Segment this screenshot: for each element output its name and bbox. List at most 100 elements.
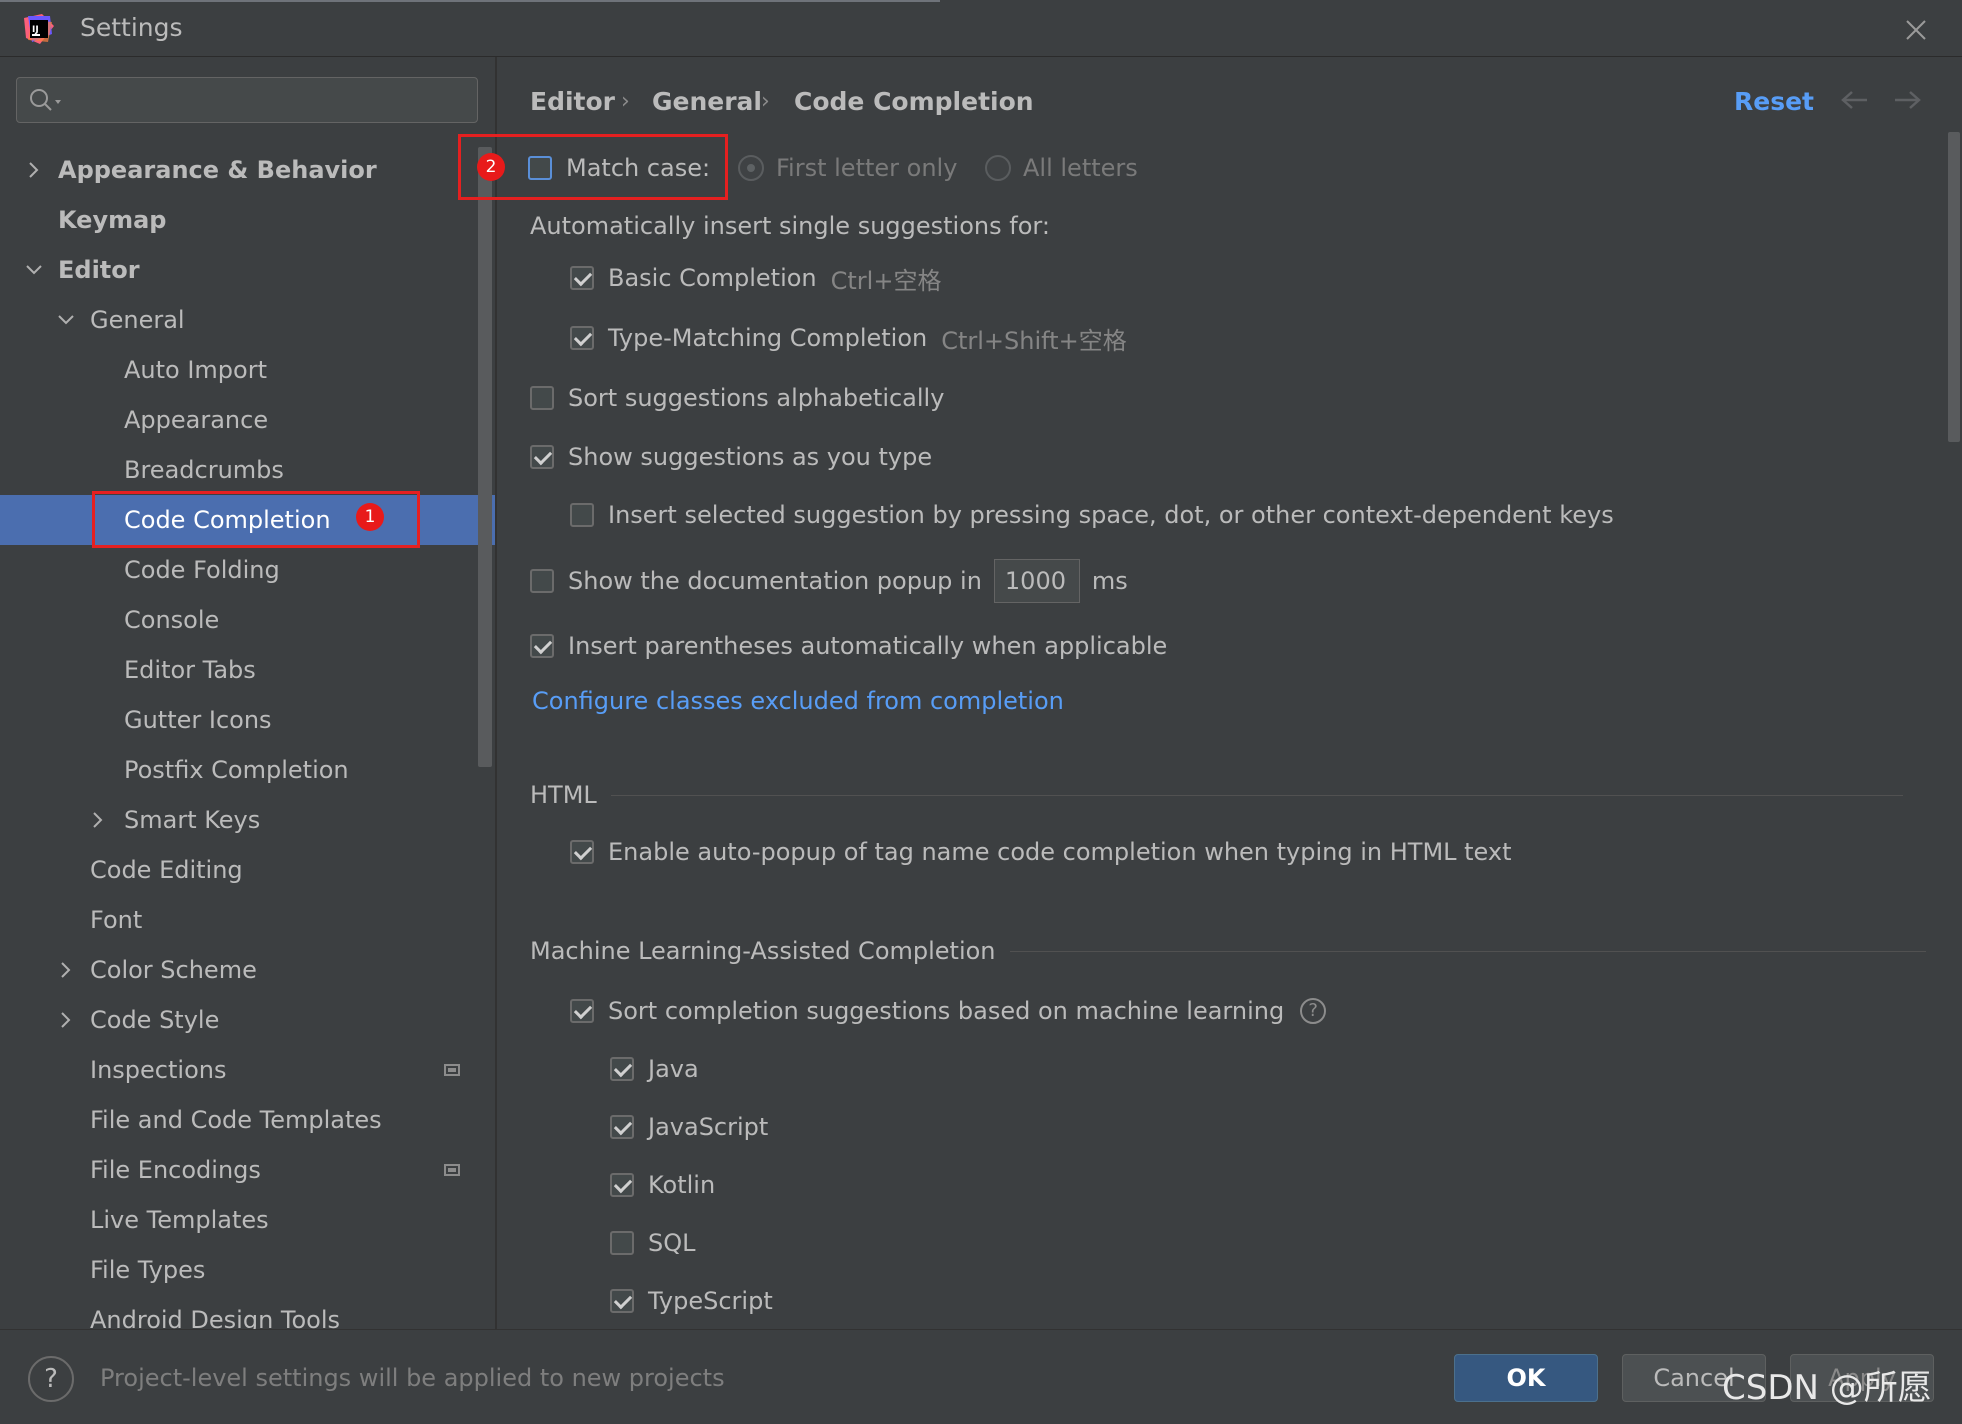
html-section-header: HTML (530, 781, 1903, 809)
parens-option[interactable]: Insert parentheses automatically when ap… (530, 629, 1167, 663)
chevron-right-icon[interactable] (56, 960, 76, 980)
sidebar-item-general[interactable]: General (0, 295, 495, 345)
chevron-right-icon[interactable] (24, 160, 44, 180)
insert-selected-label: Insert selected suggestion by pressing s… (608, 501, 1614, 529)
all-letters-option[interactable]: All letters (985, 151, 1138, 185)
type-matching-checkbox[interactable] (570, 326, 594, 350)
chevron-right-icon[interactable] (56, 1010, 76, 1030)
html-auto-popup-option[interactable]: Enable auto-popup of tag name code compl… (570, 835, 1512, 869)
show-as-type-checkbox[interactable] (530, 445, 554, 469)
breadcrumb-item-general[interactable]: General (652, 85, 762, 119)
reset-link[interactable]: Reset (1734, 85, 1814, 119)
insert-selected-option[interactable]: Insert selected suggestion by pressing s… (570, 498, 1614, 532)
settings-content: Editor › General › Code Completion Reset… (497, 57, 1962, 1329)
sidebar-item-postfix-completion[interactable]: Postfix Completion (0, 745, 495, 795)
sidebar-item-label: Code Editing (90, 856, 243, 884)
sidebar-item-label: Appearance (124, 406, 269, 434)
sidebar-item-label: Editor Tabs (124, 656, 256, 684)
type-matching-option[interactable]: Type-Matching Completion Ctrl+Shift+空格 (570, 321, 1127, 355)
window-title: Settings (80, 13, 183, 42)
sidebar-item-font[interactable]: Font (0, 895, 495, 945)
ml-language-kotlin[interactable]: Kotlin (610, 1168, 715, 1202)
ml-language-java[interactable]: Java (610, 1052, 699, 1086)
chevron-down-icon[interactable] (56, 310, 76, 330)
arrow-right-icon (1895, 91, 1921, 109)
content-scrollbar[interactable] (1948, 132, 1960, 442)
sidebar-item-code-style[interactable]: Code Style (0, 995, 495, 1045)
ml-javascript-checkbox[interactable] (610, 1115, 634, 1139)
sort-alpha-label: Sort suggestions alphabetically (568, 384, 945, 412)
sidebar-item-label: Font (90, 906, 143, 934)
settings-search-input[interactable] (79, 84, 463, 118)
sidebar-item-breadcrumbs[interactable]: Breadcrumbs (0, 445, 495, 495)
settings-search-box[interactable] (16, 77, 478, 123)
sort-ml-label: Sort completion suggestions based on mac… (608, 997, 1285, 1025)
sidebar-item-editor[interactable]: Editor (0, 245, 495, 295)
parens-checkbox[interactable] (530, 634, 554, 658)
ml-sql-checkbox[interactable] (610, 1231, 634, 1255)
sidebar-scrollbar[interactable] (478, 147, 492, 767)
ml-java-checkbox[interactable] (610, 1057, 634, 1081)
sidebar-item-editor-tabs[interactable]: Editor Tabs (0, 645, 495, 695)
ml-language-sql[interactable]: SQL (610, 1226, 696, 1260)
html-auto-popup-checkbox[interactable] (570, 840, 594, 864)
sidebar-item-file-types[interactable]: File Types (0, 1245, 495, 1295)
doc-popup-option[interactable]: Show the documentation popup in 1000 ms (530, 557, 1128, 605)
sort-ml-option[interactable]: Sort completion suggestions based on mac… (570, 994, 1327, 1028)
show-as-type-label: Show suggestions as you type (568, 443, 933, 471)
sidebar-item-label: General (90, 306, 185, 334)
sidebar-item-inspections[interactable]: Inspections (0, 1045, 495, 1095)
sidebar-item-label: Editor (58, 256, 140, 284)
all-letters-radio[interactable] (985, 155, 1011, 181)
sidebar-item-gutter-icons[interactable]: Gutter Icons (0, 695, 495, 745)
close-icon (1906, 20, 1926, 40)
sort-ml-checkbox[interactable] (570, 999, 594, 1023)
first-letter-radio[interactable] (738, 155, 764, 181)
help-button[interactable]: ? (28, 1356, 74, 1402)
parens-label: Insert parentheses automatically when ap… (568, 632, 1168, 660)
sort-alpha-option[interactable]: Sort suggestions alphabetically (530, 381, 944, 415)
ml-language-typescript[interactable]: TypeScript (610, 1284, 773, 1318)
insert-selected-checkbox[interactable] (570, 503, 594, 527)
basic-completion-option[interactable]: Basic Completion Ctrl+空格 (570, 261, 941, 295)
project-level-icon (444, 1164, 460, 1176)
configure-excluded-classes-link[interactable]: Configure classes excluded from completi… (532, 687, 1064, 715)
sort-alpha-checkbox[interactable] (530, 386, 554, 410)
breadcrumb-separator: › (621, 89, 630, 114)
ml-kotlin-checkbox[interactable] (610, 1173, 634, 1197)
ml-section-title: Machine Learning-Assisted Completion (530, 937, 996, 965)
ml-typescript-checkbox[interactable] (610, 1289, 634, 1313)
chevron-right-icon[interactable] (88, 810, 108, 830)
sidebar-item-appearance-behavior[interactable]: Appearance & Behavior (0, 145, 495, 195)
help-icon[interactable]: ? (1300, 998, 1327, 1024)
sidebar-item-file-encodings[interactable]: File Encodings (0, 1145, 495, 1195)
forward-button[interactable] (1893, 85, 1921, 119)
sidebar-item-smart-keys[interactable]: Smart Keys (0, 795, 495, 845)
sidebar-item-auto-import[interactable]: Auto Import (0, 345, 495, 395)
section-divider (1009, 950, 1926, 952)
sidebar-item-keymap[interactable]: Keymap (0, 195, 495, 245)
breadcrumb-item-editor[interactable]: Editor (530, 85, 615, 119)
show-as-type-option[interactable]: Show suggestions as you type (530, 440, 932, 474)
sidebar-item-color-scheme[interactable]: Color Scheme (0, 945, 495, 995)
sidebar-item-android-design-tools[interactable]: Android Design Tools (0, 1295, 495, 1329)
doc-popup-delay-input[interactable]: 1000 (993, 559, 1080, 603)
close-button[interactable] (1896, 12, 1936, 48)
back-button[interactable] (1841, 85, 1869, 119)
ml-java-label: Java (648, 1055, 699, 1083)
sidebar-item-appearance[interactable]: Appearance (0, 395, 495, 445)
sidebar-item-code-editing[interactable]: Code Editing (0, 845, 495, 895)
ok-button[interactable]: OK (1454, 1354, 1598, 1402)
sidebar-item-file-and-code-templates[interactable]: File and Code Templates (0, 1095, 495, 1145)
chevron-down-icon[interactable] (24, 260, 44, 280)
doc-popup-checkbox[interactable] (530, 569, 554, 593)
first-letter-option[interactable]: First letter only (738, 151, 957, 185)
sidebar-item-console[interactable]: Console (0, 595, 495, 645)
basic-completion-checkbox[interactable] (570, 266, 594, 290)
settings-sidebar: Appearance & Behavior Keymap Editor General… (0, 57, 495, 1329)
sidebar-item-live-templates[interactable]: Live Templates (0, 1195, 495, 1245)
ml-language-javascript[interactable]: JavaScript (610, 1110, 768, 1144)
sidebar-item-code-folding[interactable]: Code Folding (0, 545, 495, 595)
sidebar-item-label: Appearance & Behavior (58, 156, 377, 184)
arrow-left-icon (1841, 91, 1867, 109)
